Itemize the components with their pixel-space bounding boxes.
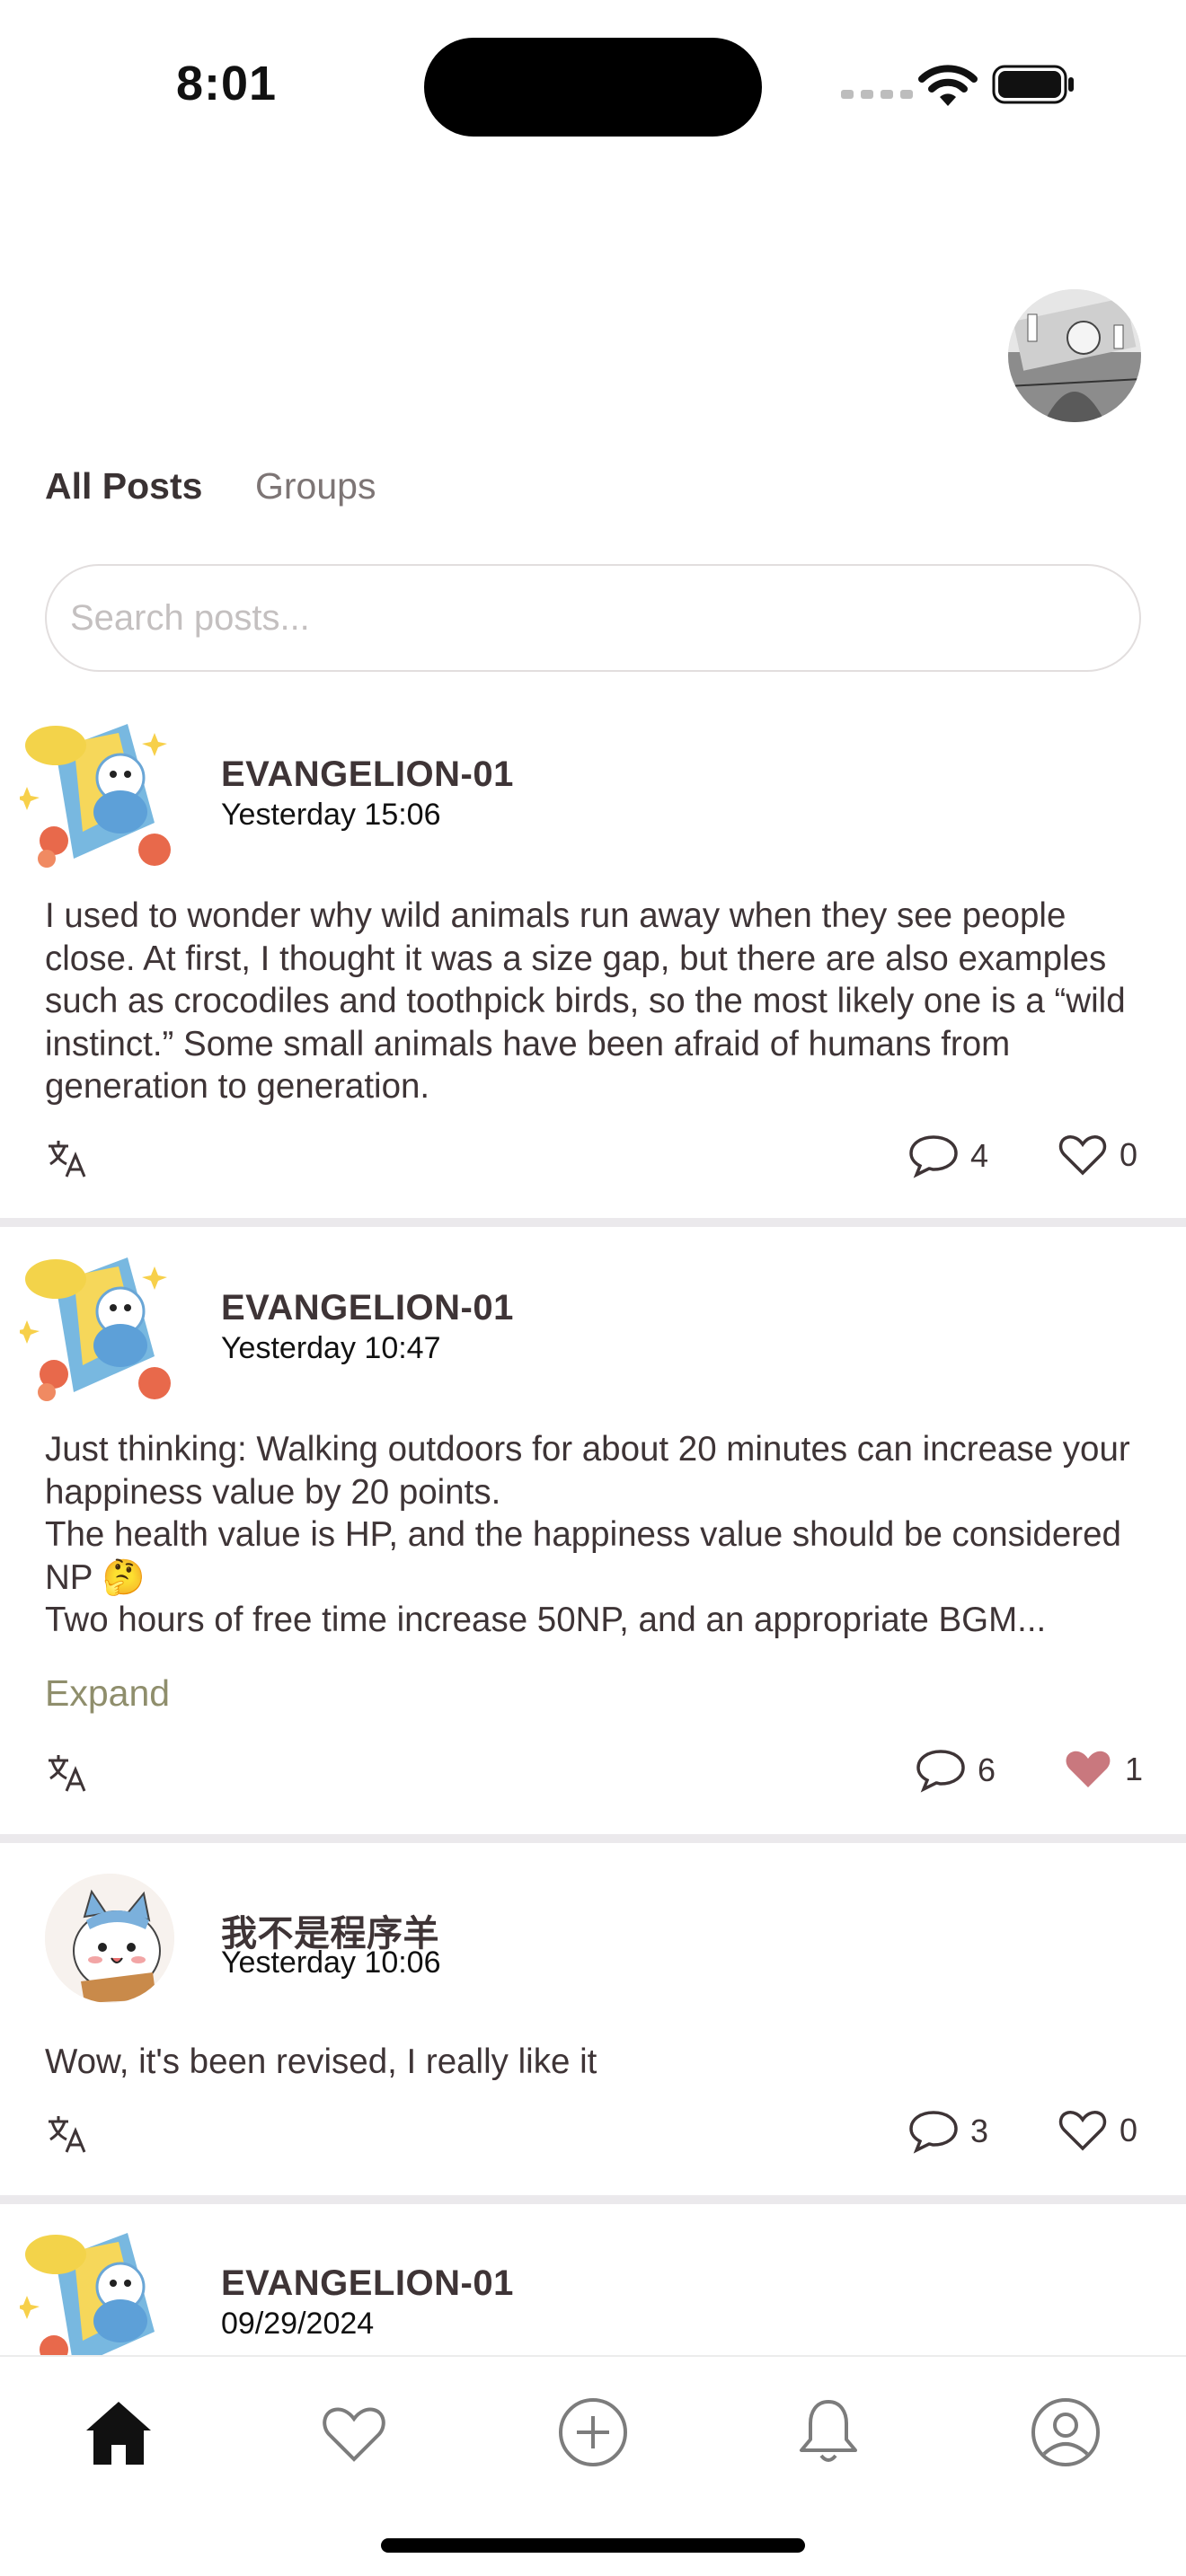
translate-icon[interactable] (45, 2113, 88, 2156)
post-paragraph: Two hours of free time increase 50NP, an… (45, 1601, 1047, 1639)
pokemon-sticker-avatar (14, 2233, 155, 2355)
post-card[interactable]: EVANGELION-01 09/29/2024 (0, 2224, 1186, 2355)
post-card[interactable]: 我不是程序羊 Yesterday 10:06 Wow, it's been re… (0, 1874, 1186, 2195)
post-author[interactable]: EVANGELION-01 (221, 1288, 514, 1328)
status-time: 8:01 (176, 57, 278, 110)
heart-icon (1058, 1135, 1107, 1176)
translate-icon[interactable] (45, 1751, 88, 1795)
post-time: Yesterday 15:06 (221, 798, 441, 832)
post-body[interactable]: Just thinking: Walking outdoors for abou… (45, 1428, 1150, 1642)
post-time: Yesterday 10:06 (221, 1945, 441, 1980)
pokemon-sticker-avatar (14, 724, 171, 868)
comment-icon (909, 1135, 958, 1178)
home-icon[interactable] (81, 2395, 156, 2470)
like-button[interactable]: 0 (1058, 2109, 1137, 2152)
post-time: Yesterday 10:47 (221, 1331, 441, 1365)
like-count: 0 (1120, 2112, 1138, 2148)
like-count: 0 (1120, 1136, 1138, 1173)
like-button[interactable]: 0 (1058, 1134, 1137, 1177)
comment-count: 6 (978, 1751, 996, 1788)
bell-icon[interactable] (791, 2395, 866, 2470)
like-button[interactable]: 1 (1064, 1748, 1143, 1791)
divider (0, 1834, 1186, 1843)
divider (0, 1218, 1186, 1227)
post-author[interactable]: EVANGELION-01 (221, 2263, 514, 2304)
add-icon[interactable] (555, 2395, 631, 2470)
comment-button[interactable]: 4 (907, 1134, 988, 1178)
tab-all-posts[interactable]: All Posts (45, 465, 202, 507)
post-paragraph: Wow, it's been revised, I really like it (45, 2042, 597, 2081)
avatar[interactable] (45, 1874, 174, 2003)
post-author[interactable]: EVANGELION-01 (221, 754, 514, 795)
post-paragraph: The health value is HP, and the happines… (45, 1515, 1121, 1597)
comment-icon (909, 2111, 958, 2154)
dynamic-island (424, 38, 762, 137)
post-body[interactable]: I used to wonder why wild animals run aw… (45, 895, 1150, 1108)
manga-avatar-image (1008, 289, 1141, 422)
chiikawa-avatar-image (45, 1874, 174, 2003)
like-count: 1 (1125, 1751, 1144, 1787)
heart-filled-icon (1066, 1751, 1111, 1787)
pokemon-sticker-avatar (14, 1257, 171, 1401)
search-bar[interactable] (45, 564, 1141, 672)
post-body[interactable]: Wow, it's been revised, I really like it (45, 2041, 1150, 2084)
post-card[interactable]: EVANGELION-01 Yesterday 10:47 Just think… (0, 1248, 1186, 1834)
comment-button[interactable]: 3 (907, 2109, 988, 2154)
home-indicator[interactable] (381, 2538, 805, 2553)
divider (0, 2195, 1186, 2204)
post-card[interactable]: EVANGELION-01 Yesterday 15:06 I used to … (0, 715, 1186, 1218)
search-input[interactable] (47, 566, 1139, 670)
comment-icon (916, 1750, 965, 1793)
avatar[interactable] (14, 1248, 190, 1410)
heart-icon (1058, 2111, 1107, 2151)
avatar[interactable] (14, 2224, 190, 2355)
post-paragraph: Just thinking: Walking outdoors for abou… (45, 1430, 1130, 1512)
user-avatar[interactable] (1008, 289, 1141, 422)
battery-icon (992, 65, 1074, 104)
tab-groups[interactable]: Groups (255, 465, 376, 507)
avatar[interactable] (14, 715, 190, 877)
heart-icon[interactable] (316, 2395, 392, 2470)
wifi-icon (918, 65, 978, 106)
profile-icon[interactable] (1028, 2395, 1103, 2470)
post-time: 09/29/2024 (221, 2307, 375, 2341)
comment-button[interactable]: 6 (915, 1748, 996, 1793)
expand-link[interactable]: Expand (45, 1672, 170, 1715)
post-paragraph: I used to wonder why wild animals run aw… (45, 896, 1126, 1106)
comment-count: 4 (970, 1137, 989, 1174)
translate-icon[interactable] (45, 1137, 88, 1180)
comment-count: 3 (970, 2113, 989, 2149)
cellular-signal-icon (841, 90, 913, 99)
